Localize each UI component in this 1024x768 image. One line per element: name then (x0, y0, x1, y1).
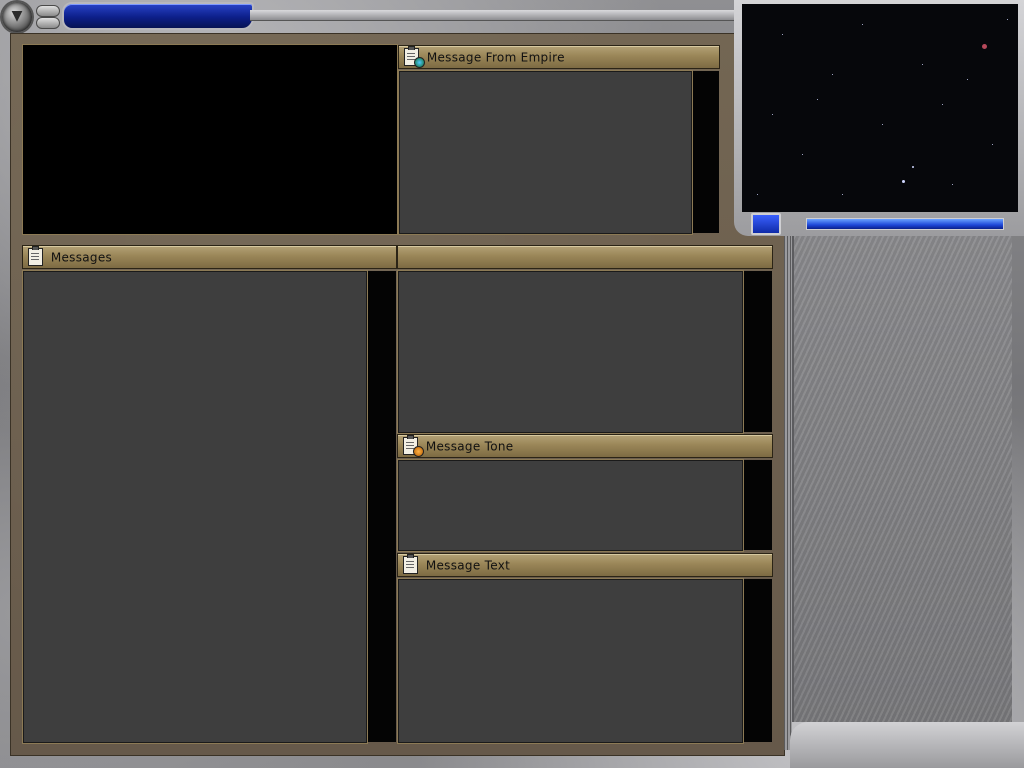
star (832, 74, 833, 75)
messages-header: Messages (22, 245, 397, 269)
message-tone-list[interactable] (398, 460, 743, 551)
empire-message-title: Message From Empire (426, 50, 565, 65)
star (952, 184, 953, 185)
details-scrollbar[interactable] (743, 271, 772, 432)
tone-icon (413, 446, 424, 457)
star (982, 44, 987, 49)
main-menu-button[interactable]: ▼ (2, 2, 32, 32)
star (1007, 19, 1008, 20)
details-header (397, 245, 773, 269)
star (772, 114, 773, 115)
message-tone-header: Message Tone (397, 434, 773, 458)
status-indicator (806, 218, 1004, 230)
side-rail (784, 236, 792, 750)
star (992, 144, 993, 145)
star (922, 64, 923, 65)
messages-scrollbar[interactable] (367, 271, 396, 742)
star (967, 79, 968, 80)
star (842, 194, 843, 195)
empire-message-body[interactable] (399, 71, 692, 234)
star (902, 180, 905, 183)
message-text-header: Message Text (397, 553, 773, 577)
minimap-toggle-button[interactable] (751, 213, 781, 235)
side-panel (792, 236, 1012, 722)
menu-icon: ▼ (11, 8, 23, 24)
star (817, 99, 818, 100)
empire-message-scrollbar[interactable] (692, 71, 719, 233)
details-body[interactable] (398, 271, 743, 433)
minimize-button[interactable] (36, 5, 60, 17)
globe-icon (414, 57, 425, 68)
star (942, 104, 943, 105)
message-text-scrollbar[interactable] (743, 579, 772, 742)
empire-message-header: Message From Empire (398, 45, 720, 69)
star (912, 166, 914, 168)
clipboard-icon (403, 554, 418, 574)
star (802, 154, 803, 155)
message-tone-scrollbar[interactable] (743, 460, 772, 550)
star (757, 194, 758, 195)
star (862, 24, 863, 25)
star (882, 124, 883, 125)
empire-portrait (22, 44, 398, 235)
messages-list[interactable] (23, 271, 367, 743)
message-tone-title: Message Tone (425, 439, 514, 454)
top-rail (250, 10, 740, 21)
star (782, 34, 783, 35)
title-bar (62, 2, 254, 30)
messages-title: Messages (50, 250, 113, 265)
message-text-title: Message Text (425, 558, 511, 573)
message-text-list[interactable] (398, 579, 743, 743)
clipboard-icon (28, 246, 43, 266)
options-button[interactable] (36, 17, 60, 29)
bottom-corner-trim (790, 722, 1024, 768)
galaxy-minimap[interactable] (742, 4, 1018, 212)
